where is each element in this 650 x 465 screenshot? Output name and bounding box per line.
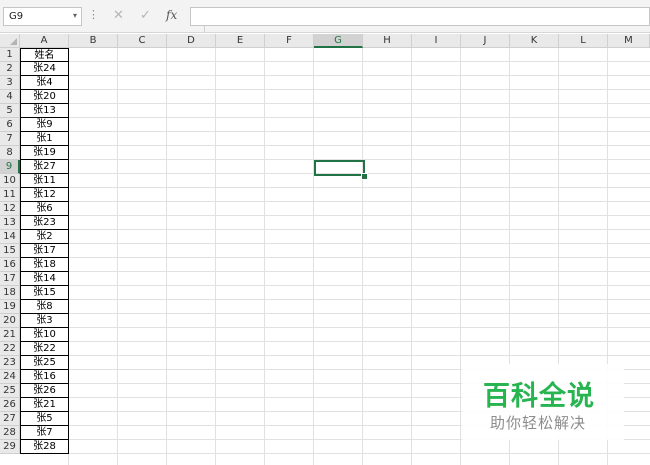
row-header-2[interactable]: 2 (0, 62, 20, 76)
cell-a23[interactable]: 张25 (20, 356, 69, 370)
cell-a15[interactable]: 张17 (20, 244, 69, 258)
cell-a26[interactable]: 张21 (20, 398, 69, 412)
watermark-subtitle: 助你轻松解决 (490, 414, 587, 432)
row-header-18[interactable]: 18 (0, 286, 20, 300)
cell-a6[interactable]: 张9 (20, 118, 69, 132)
row-header-6[interactable]: 6 (0, 118, 20, 132)
row-header-29[interactable]: 29 (0, 440, 20, 454)
row-header-24[interactable]: 24 (0, 370, 20, 384)
column-header-f[interactable]: F (265, 34, 314, 48)
cell-a12[interactable]: 张6 (20, 202, 69, 216)
row-header-9[interactable]: 9 (0, 160, 20, 174)
row-header-14[interactable]: 14 (0, 230, 20, 244)
cell-a11[interactable]: 张12 (20, 188, 69, 202)
row-header-27[interactable]: 27 (0, 412, 20, 426)
row-header-17[interactable]: 17 (0, 272, 20, 286)
formula-input[interactable] (190, 7, 650, 26)
chevron-down-icon[interactable]: ▾ (73, 11, 77, 20)
row-header-10[interactable]: 10 (0, 174, 20, 188)
cell-a14[interactable]: 张2 (20, 230, 69, 244)
column-header-m[interactable]: M (608, 34, 650, 48)
cell-a22[interactable]: 张22 (20, 342, 69, 356)
cell-a8[interactable]: 张19 (20, 146, 69, 160)
column-header-i[interactable]: I (412, 34, 461, 48)
cell-a20[interactable]: 张3 (20, 314, 69, 328)
cell-a19[interactable]: 张8 (20, 300, 69, 314)
formula-buttons: ✕ ✓ fx (103, 7, 205, 32)
column-header-d[interactable]: D (167, 34, 216, 48)
row-header-4[interactable]: 4 (0, 90, 20, 104)
column-header-g[interactable]: G (314, 34, 363, 48)
cell-a5[interactable]: 张13 (20, 104, 69, 118)
row-header-13[interactable]: 13 (0, 216, 20, 230)
cell-a25[interactable]: 张26 (20, 384, 69, 398)
cell-a9[interactable]: 张27 (20, 160, 69, 174)
cell-a24[interactable]: 张16 (20, 370, 69, 384)
column-header-a[interactable]: A (20, 34, 69, 48)
row-header-20[interactable]: 20 (0, 314, 20, 328)
cell-a13[interactable]: 张23 (20, 216, 69, 230)
row-header-12[interactable]: 12 (0, 202, 20, 216)
column-header-k[interactable]: K (510, 34, 559, 48)
more-options-icon[interactable]: ⋮ (88, 8, 99, 21)
column-header-l[interactable]: L (559, 34, 608, 48)
row-header-19[interactable]: 19 (0, 300, 20, 314)
cell-a7[interactable]: 张1 (20, 132, 69, 146)
column-header-e[interactable]: E (216, 34, 265, 48)
row-header-1[interactable]: 1 (0, 48, 20, 62)
insert-function-icon[interactable]: fx (166, 8, 177, 22)
cell-a17[interactable]: 张14 (20, 272, 69, 286)
cell-a10[interactable]: 张11 (20, 174, 69, 188)
cell-a3[interactable]: 张4 (20, 76, 69, 90)
name-box-value: G9 (9, 11, 24, 22)
cell-a18[interactable]: 张15 (20, 286, 69, 300)
cancel-icon[interactable]: ✕ (113, 8, 124, 23)
active-cell-g9[interactable] (314, 160, 365, 176)
cell-a21[interactable]: 张10 (20, 328, 69, 342)
name-box[interactable]: G9 ▾ (3, 7, 82, 26)
row-header-25[interactable]: 25 (0, 384, 20, 398)
row-header-28[interactable]: 28 (0, 426, 20, 440)
row-header-11[interactable]: 11 (0, 188, 20, 202)
row-header-16[interactable]: 16 (0, 258, 20, 272)
row-header-22[interactable]: 22 (0, 342, 20, 356)
row-header-5[interactable]: 5 (0, 104, 20, 118)
header-cell-a1[interactable]: 姓名 (20, 48, 69, 62)
column-header-b[interactable]: B (69, 34, 118, 48)
row-header-7[interactable]: 7 (0, 132, 20, 146)
row-header-8[interactable]: 8 (0, 146, 20, 160)
row-header-3[interactable]: 3 (0, 76, 20, 90)
column-header-h[interactable]: H (363, 34, 412, 48)
row-header-21[interactable]: 21 (0, 328, 20, 342)
column-header-j[interactable]: J (461, 34, 510, 48)
column-header-c[interactable]: C (118, 34, 167, 48)
row-header-15[interactable]: 15 (0, 244, 20, 258)
cell-a29[interactable]: 张28 (20, 440, 69, 454)
watermark-title: 百科全说 (483, 381, 595, 412)
cell-a27[interactable]: 张5 (20, 412, 69, 426)
cell-a2[interactable]: 张24 (20, 62, 69, 76)
formula-bar: G9 ▾ ⋮ ✕ ✓ fx (0, 0, 650, 33)
fill-handle[interactable] (361, 173, 368, 180)
row-header-26[interactable]: 26 (0, 398, 20, 412)
watermark-logo: 百科全说 助你轻松解决 (462, 364, 624, 440)
row-header-23[interactable]: 23 (0, 356, 20, 370)
cell-a28[interactable]: 张7 (20, 426, 69, 440)
cell-a16[interactable]: 张18 (20, 258, 69, 272)
select-all-button[interactable] (0, 34, 20, 48)
cell-a4[interactable]: 张20 (20, 90, 69, 104)
enter-icon[interactable]: ✓ (140, 8, 151, 23)
